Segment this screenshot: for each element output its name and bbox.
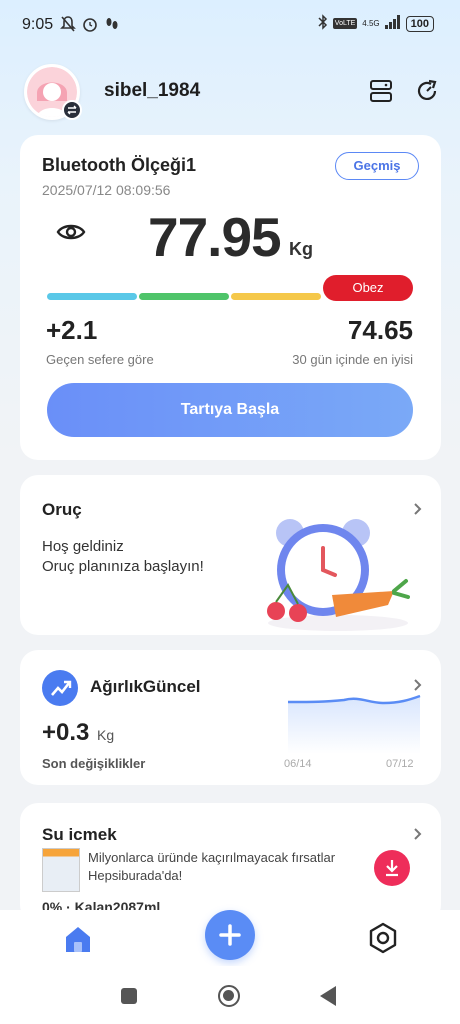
status-time: 9:05 xyxy=(22,16,54,33)
best-value: 74.65 xyxy=(347,315,413,345)
trend-sparkline xyxy=(284,690,424,756)
signal-icon xyxy=(384,15,401,32)
bmi-bar-overweight xyxy=(231,293,321,300)
settings-icon[interactable] xyxy=(366,921,400,955)
ad-line-2: Hepsiburada'da! xyxy=(88,868,183,883)
recent-apps-icon[interactable] xyxy=(121,988,137,1004)
network-label: 4.5G xyxy=(362,19,380,28)
home-icon[interactable] xyxy=(62,924,94,954)
measure-timestamp: 2025/07/12 08:09:56 xyxy=(42,182,171,198)
status-bar: 9:05 VoLTE 4.5G 100 xyxy=(0,0,460,52)
fasting-prompt: Oruç planınıza başlayın! xyxy=(42,558,204,575)
chevron-right-icon[interactable] xyxy=(413,827,423,841)
fasting-card[interactable]: Oruç Hoş geldiniz Oruç planınıza başlayı… xyxy=(20,475,441,635)
scale-name: Bluetooth Ölçeği1 xyxy=(42,155,197,175)
ad-banner[interactable]: Milyonlarca üründe kaçırılmayacak fırsat… xyxy=(20,840,441,898)
bluetooth-icon xyxy=(318,14,328,33)
trend-up-icon xyxy=(42,670,78,706)
add-button[interactable] xyxy=(205,910,255,960)
fasting-clock-illustration xyxy=(248,515,410,631)
fasting-welcome: Hoş geldiniz xyxy=(42,538,124,555)
bmi-status-badge: Obez xyxy=(323,275,413,301)
best-label: 30 gün içinde en iyisi xyxy=(292,352,413,367)
weight-unit: Kg xyxy=(289,239,313,259)
device-manage-icon[interactable] xyxy=(368,78,394,104)
system-home-icon[interactable] xyxy=(218,985,240,1007)
back-icon[interactable] xyxy=(320,986,336,1006)
switch-user-icon[interactable] xyxy=(62,100,82,120)
history-button[interactable]: Geçmiş xyxy=(335,152,419,180)
ad-thumbnail xyxy=(42,848,80,892)
system-nav-bar xyxy=(0,966,460,1024)
ad-text: Milyonlarca üründe kaçırılmayacak fırsat… xyxy=(88,849,335,885)
chevron-right-icon[interactable] xyxy=(413,502,423,516)
trend-date-start: 06/14 xyxy=(284,758,312,770)
change-value: +2.1 xyxy=(46,315,98,345)
status-left-icons xyxy=(60,15,120,33)
status-right-icons: VoLTE 4.5G 100 xyxy=(318,14,434,33)
bmi-bar-normal xyxy=(139,293,229,300)
ad-line-1: Milyonlarca üründe kaçırılmayacak fırsat… xyxy=(88,850,336,865)
start-weighing-button[interactable]: Tartıya Başla xyxy=(47,383,413,437)
change-label: Geçen sefere göre xyxy=(46,352,154,367)
trend-title: AğırlıkGüncel xyxy=(90,677,201,696)
alarm-icon xyxy=(82,15,98,33)
sync-icon[interactable] xyxy=(414,78,440,104)
bottom-tab-bar xyxy=(0,910,460,966)
trend-label: Son değişiklikler xyxy=(42,756,146,771)
weight-card: Bluetooth Ölçeği1 2025/07/12 08:09:56 Ge… xyxy=(20,135,441,460)
battery-indicator: 100 xyxy=(405,15,434,32)
weight-value: 77.95 xyxy=(148,206,282,268)
fasting-title: Oruç xyxy=(42,500,82,519)
eye-icon[interactable] xyxy=(56,221,86,243)
download-icon[interactable] xyxy=(374,850,410,886)
steps-icon xyxy=(104,15,120,33)
weight-trend-card[interactable]: AğırlıkGüncel +0.3 Kg Son değişiklikler … xyxy=(20,650,441,785)
app-header: sibel_1984 xyxy=(24,62,440,122)
trend-date-end: 07/12 xyxy=(386,758,414,770)
username: sibel_1984 xyxy=(104,80,201,101)
bmi-bar-underweight xyxy=(47,293,137,300)
trend-value: +0.3 xyxy=(42,719,90,746)
mute-bell-icon xyxy=(60,15,76,33)
volte-badge: VoLTE xyxy=(332,18,358,29)
trend-unit: Kg xyxy=(97,727,115,743)
